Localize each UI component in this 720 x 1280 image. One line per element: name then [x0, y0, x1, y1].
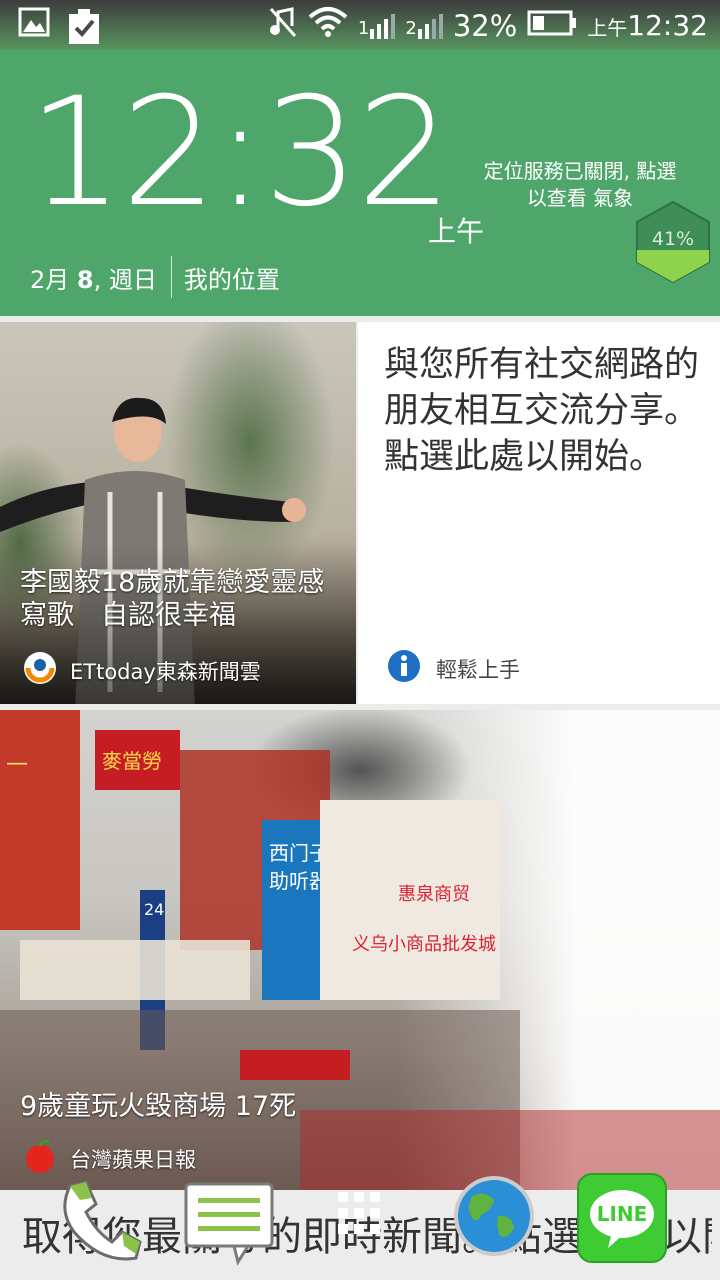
location-label[interactable]: 我的位置	[184, 260, 280, 295]
news-source: 台灣蘋果日報	[22, 1138, 196, 1179]
sim1-signal-icon: 1	[358, 13, 396, 39]
line-app-label: LINE	[596, 1202, 648, 1226]
image-icon	[18, 6, 50, 50]
info-icon	[386, 648, 422, 689]
date-location-row: 2月 8, 週日 我的位置	[30, 256, 280, 298]
status-bar: 1 2 32% 上午12:32	[0, 0, 720, 50]
clock-time[interactable]: 12:32	[28, 78, 452, 228]
photo-sign-24h: 24	[144, 900, 164, 919]
weather-badge[interactable]: 41%	[634, 200, 712, 284]
status-time: 上午12:32	[587, 9, 708, 42]
wifi-icon	[308, 6, 348, 45]
news-headline[interactable]: 李國毅18歲就靠戀愛靈感寫歌 自認很幸福	[20, 566, 346, 632]
apple-daily-logo-icon	[22, 1138, 58, 1179]
browser-globe-icon[interactable]	[452, 1174, 536, 1262]
dock-bar: 取得您最關心的即時新聞。點選此處以開始。	[0, 1173, 720, 1280]
photo-sign-yiwu: 义乌小商品批发城	[352, 934, 496, 955]
battery-icon	[527, 9, 577, 43]
photo-sign-huiquan: 惠泉商贸	[398, 884, 470, 905]
news-source: ETtoday東森新聞雲	[22, 650, 261, 691]
battery-percent: 32%	[452, 8, 518, 43]
weather-percent: 41%	[651, 228, 695, 250]
line-app-icon[interactable]: LINE	[576, 1172, 668, 1268]
ettoday-logo-icon	[22, 650, 58, 691]
mute-icon	[268, 6, 298, 45]
social-network-tile[interactable]: 與您所有社交網路的朋友相互交流分享。點選此處以開始。 輕鬆上手	[358, 322, 720, 704]
news-headline[interactable]: 9歲童玩火毀商場 17死	[20, 1090, 620, 1123]
news-tile-2[interactable]: — 麥當勞 西门子助听器 24 惠泉商贸 义乌小商品批发城 9歲童玩火毀商場 1…	[0, 710, 720, 1190]
news-tile-1[interactable]: 李國毅18歲就靠戀愛靈感寫歌 自認很幸福 ETtoday東森新聞雲	[0, 322, 356, 704]
clipboard-check-icon	[66, 6, 106, 50]
sim2-signal-icon: 2	[405, 13, 443, 39]
news-source-label: 台灣蘋果日報	[70, 1147, 196, 1172]
photo-sign-mcdonalds: 麥當勞	[102, 749, 162, 773]
clock-ampm: 上午	[428, 215, 485, 248]
phone-icon[interactable]	[52, 1176, 144, 1272]
clock-weather-widget[interactable]: 12:32 上午 2月 8, 週日 我的位置 定位服務已關閉, 點選以查看 氣象…	[0, 50, 720, 316]
news-source-label: ETtoday東森新聞雲	[70, 659, 261, 684]
get-started-label: 輕鬆上手	[436, 657, 520, 682]
photo-sign-shop: —	[6, 751, 28, 776]
app-drawer-icon[interactable]	[336, 1190, 384, 1242]
messages-icon[interactable]	[184, 1182, 276, 1270]
social-prompt-text[interactable]: 與您所有社交網路的朋友相互交流分享。點選此處以開始。	[384, 342, 704, 480]
date-label: 2月 8, 週日	[30, 265, 157, 294]
get-started-row[interactable]: 輕鬆上手	[386, 648, 520, 689]
